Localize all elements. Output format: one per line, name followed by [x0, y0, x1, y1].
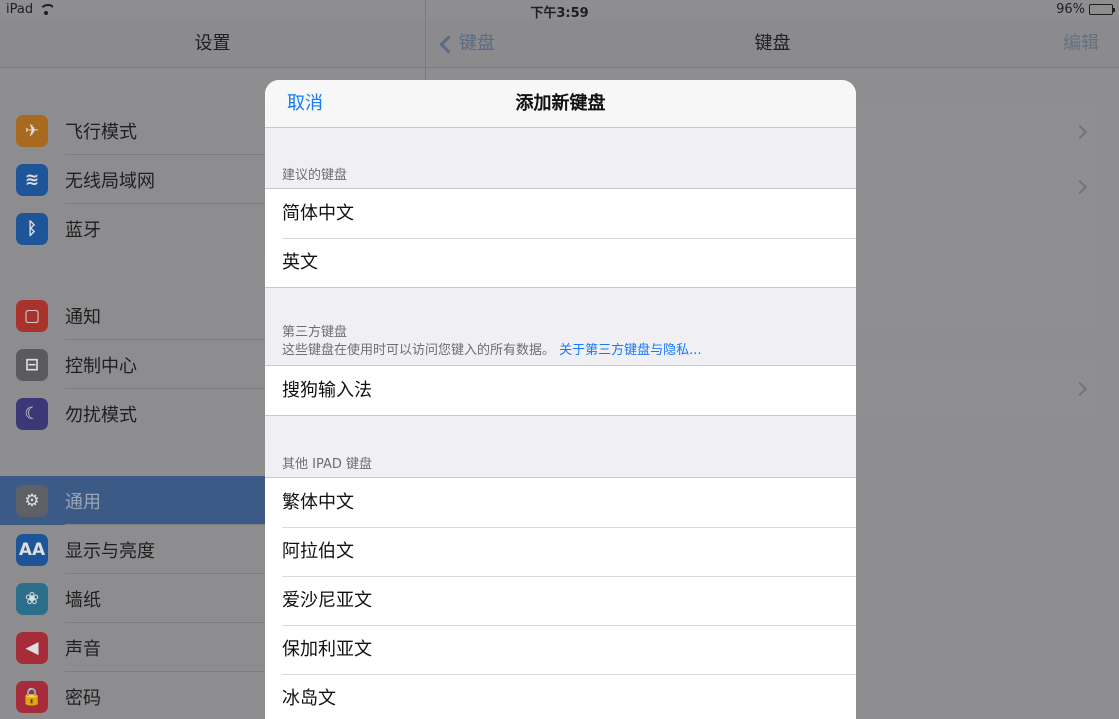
status-bar: iPad 下午3:59 96%	[0, 0, 1119, 21]
sidebar-item-label: 飞行模式	[65, 121, 137, 143]
sidebar-item-label: 蓝牙	[65, 219, 101, 241]
battery-icon	[1089, 4, 1115, 15]
suggested-keyboards-group: 简体中文 英文	[265, 188, 856, 288]
detail-nav-bar: 键盘 键盘 编辑	[426, 20, 1119, 68]
keyboard-option[interactable]: 爱沙尼亚文	[265, 576, 856, 625]
third-party-keyboards-group: 搜狗输入法	[265, 365, 856, 416]
airplane-icon: ✈	[16, 114, 48, 147]
section-header-suggested: 建议的键盘	[282, 168, 348, 183]
keyboard-option[interactable]: 冰岛文	[265, 674, 856, 719]
moon-icon: ☾	[16, 397, 48, 430]
keyboard-option[interactable]: 搜狗输入法	[265, 366, 856, 415]
notifications-icon: ▢	[16, 299, 48, 332]
third-party-note: 这些键盘在使用时可以访问您键入的所有数据。	[282, 343, 556, 358]
section-header-other: 其他 IPAD 键盘	[282, 457, 373, 472]
detail-title: 键盘	[754, 33, 791, 54]
add-keyboard-sheet: 取消 添加新键盘 建议的键盘 简体中文 英文 第三方键盘 这些键盘在使用时可以访…	[265, 80, 856, 719]
display-icon: AA	[16, 533, 48, 566]
master-nav-bar: 设置	[0, 20, 425, 68]
wifi-icon: ≋	[16, 163, 48, 196]
keyboard-option[interactable]: 繁体中文	[265, 478, 856, 527]
bluetooth-icon: ᛒ	[16, 212, 48, 245]
sidebar-item-label: 通知	[65, 306, 101, 328]
control-center-icon: ⊟	[16, 348, 48, 381]
sheet-title: 添加新键盘	[515, 93, 606, 114]
other-keyboards-group: 繁体中文 阿拉伯文 爱沙尼亚文 保加利亚文 冰岛文	[265, 477, 856, 719]
chevron-right-icon	[1072, 124, 1088, 140]
chevron-right-icon	[1072, 179, 1088, 195]
keyboard-option[interactable]: 简体中文	[265, 189, 856, 238]
gear-icon: ⚙	[16, 484, 48, 517]
sidebar-item-label: 密码	[65, 687, 101, 709]
sidebar-item-label: 勿扰模式	[65, 404, 137, 426]
section-header-third-party: 第三方键盘 这些键盘在使用时可以访问您键入的所有数据。 关于第三方键盘与隐私..…	[265, 288, 856, 365]
master-title: 设置	[194, 33, 231, 54]
wallpaper-icon: ❀	[16, 582, 48, 615]
third-party-title: 第三方键盘	[282, 325, 348, 340]
privacy-link[interactable]: 关于第三方键盘与隐私...	[559, 343, 701, 358]
sidebar-item-label: 墙纸	[65, 589, 101, 611]
keyboard-option[interactable]: 保加利亚文	[265, 625, 856, 674]
clock: 下午3:59	[530, 6, 589, 21]
sidebar-item-label: 无线局域网	[65, 170, 155, 192]
battery-percent: 96%	[1056, 2, 1085, 17]
keyboard-option[interactable]: 阿拉伯文	[265, 527, 856, 576]
sidebar-item-label: 控制中心	[65, 355, 137, 377]
sheet-header: 取消 添加新键盘	[265, 80, 856, 128]
sidebar-item-label: 声音	[65, 638, 101, 660]
speaker-icon: ◀	[16, 631, 48, 664]
lock-icon: 🔒	[16, 680, 48, 713]
chevron-right-icon	[1072, 381, 1088, 397]
keyboard-option[interactable]: 英文	[265, 238, 856, 287]
sidebar-item-label: 通用	[65, 491, 101, 513]
edit-button[interactable]: 编辑	[1063, 20, 1099, 68]
sidebar-item-label: 显示与亮度	[65, 540, 155, 562]
